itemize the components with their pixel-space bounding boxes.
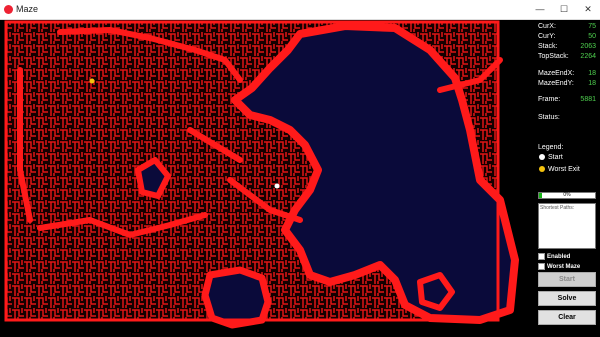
clear-button[interactable]: Clear <box>538 310 596 325</box>
topstack-label: TopStack: <box>538 53 569 60</box>
frame-value: 5881 <box>580 96 596 103</box>
enabled-label: Enabled <box>547 254 571 261</box>
mazeendy-row: MazeEndY: 18 <box>538 80 596 90</box>
progress-bar: 0% <box>538 192 596 199</box>
worst-maze-checkbox-box[interactable] <box>538 263 545 270</box>
mazeendx-label: MazeEndX: <box>538 70 575 77</box>
enabled-checkbox[interactable]: Enabled <box>538 253 570 262</box>
maze-canvas <box>0 20 534 337</box>
mazeendx-value: 18 <box>588 70 596 77</box>
legend-start: Start <box>539 154 563 164</box>
topstack-value: 2264 <box>580 53 596 60</box>
title-bar: Maze — ☐ ✕ <box>0 0 600 20</box>
enabled-checkbox-box[interactable] <box>538 253 545 260</box>
cury-label: CurY: <box>538 33 556 40</box>
status-label: Status: <box>538 114 560 121</box>
topstack-row: TopStack: 2264 <box>538 53 596 63</box>
mazeendy-value: 18 <box>588 80 596 87</box>
solve-button[interactable]: Solve <box>538 291 596 306</box>
stack-label: Stack: <box>538 43 558 50</box>
shortest-paths-box[interactable]: Shortest Paths: <box>538 203 596 249</box>
stack-value: 2063 <box>580 43 596 50</box>
legend-worst-exit: Worst Exit <box>539 166 580 176</box>
cury-row: CurY: 50 <box>538 33 596 43</box>
mazeendx-row: MazeEndX: 18 <box>538 70 596 80</box>
progress-percent: 0% <box>563 192 571 198</box>
worst-maze-label: Worst Maze <box>547 264 581 271</box>
curx-value: 75 <box>588 23 596 30</box>
legend-worst-exit-label: Worst Exit <box>548 166 580 173</box>
side-panel: CurX: 75 CurY: 50 Stack: 2063 TopStack: … <box>534 20 600 337</box>
stack-row: Stack: 2063 <box>538 43 596 53</box>
start-dot-icon <box>539 154 545 161</box>
status-row: Status: <box>538 114 596 124</box>
worst-exit-dot-icon <box>539 166 545 173</box>
worst-maze-checkbox[interactable]: Worst Maze <box>538 263 580 272</box>
maze-svg <box>4 20 519 329</box>
frame-row: Frame: 5881 <box>538 96 596 106</box>
legend-start-label: Start <box>548 154 563 161</box>
curx-label: CurX: <box>538 23 556 30</box>
cury-value: 50 <box>588 33 596 40</box>
maximize-button[interactable]: ☐ <box>555 2 573 17</box>
frame-label: Frame: <box>538 96 561 103</box>
worst-exit-marker <box>89 78 95 84</box>
legend-title: Legend: <box>538 144 564 151</box>
curx-row: CurX: 75 <box>538 23 596 33</box>
window-title: Maze <box>16 4 39 14</box>
mazeendy-label: MazeEndY: <box>538 80 574 87</box>
unexplored-region-bottom <box>201 266 272 329</box>
minimize-button[interactable]: — <box>531 2 549 17</box>
start-button[interactable]: Start <box>538 272 596 287</box>
app-icon <box>4 5 13 14</box>
close-button[interactable]: ✕ <box>579 2 597 17</box>
start-marker <box>274 183 280 189</box>
shortest-paths-label: Shortest Paths: <box>540 205 575 211</box>
